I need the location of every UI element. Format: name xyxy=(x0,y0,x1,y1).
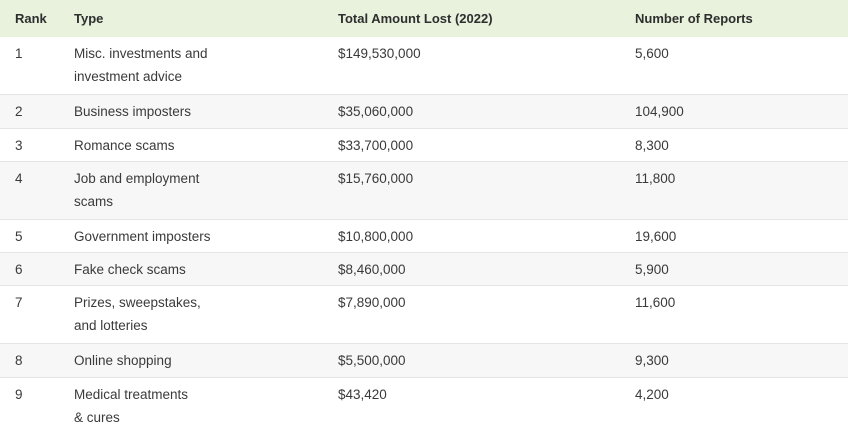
type-cell: Misc. investments and investment advice xyxy=(74,42,319,88)
scam-losses-table: Rank Type Total Amount Lost (2022) Numbe… xyxy=(0,0,848,437)
type-cell: Fake check scams xyxy=(74,258,319,281)
type-line: and lotteries xyxy=(74,318,148,333)
header-number-of-reports: Number of Reports xyxy=(635,11,753,26)
amount-cell: $7,890,000 xyxy=(338,295,406,310)
type-cell: Online shopping xyxy=(74,349,319,372)
rank-cell: 6 xyxy=(15,262,23,277)
reports-cell: 9,300 xyxy=(635,353,669,368)
amount-cell: $10,800,000 xyxy=(338,229,414,244)
rank-cell: 4 xyxy=(15,171,23,186)
amount-cell: $33,700,000 xyxy=(338,138,414,153)
type-cell: Romance scams xyxy=(74,134,319,157)
type-cell: Prizes, sweepstakes, and lotteries xyxy=(74,291,319,337)
type-cell: Government imposters xyxy=(74,225,319,248)
amount-cell: $8,460,000 xyxy=(338,262,406,277)
reports-cell: 8,300 xyxy=(635,138,669,153)
rank-cell: 7 xyxy=(15,295,23,310)
header-type: Type xyxy=(74,11,104,26)
table-row: 8 Online shopping $5,500,000 9,300 xyxy=(0,344,848,377)
table-row: 6 Fake check scams $8,460,000 5,900 xyxy=(0,253,848,285)
type-line: Medical treatments xyxy=(74,387,189,402)
type-line: Online shopping xyxy=(74,353,172,368)
table-row: 7 Prizes, sweepstakes, and lotteries $7,… xyxy=(0,286,848,343)
table-row: 4 Job and employment scams $15,760,000 1… xyxy=(0,162,848,219)
amount-cell: $149,530,000 xyxy=(338,46,421,61)
reports-cell: 104,900 xyxy=(635,104,684,119)
type-line: Fake check scams xyxy=(74,262,186,277)
rank-cell: 5 xyxy=(15,229,23,244)
rank-cell: 3 xyxy=(15,138,23,153)
reports-cell: 5,900 xyxy=(635,262,669,277)
amount-cell: $35,060,000 xyxy=(338,104,414,119)
amount-cell: $5,500,000 xyxy=(338,353,406,368)
header-rank: Rank xyxy=(15,11,47,26)
rank-cell: 2 xyxy=(15,104,23,119)
type-line: Business imposters xyxy=(74,104,192,119)
rank-cell: 1 xyxy=(15,46,23,61)
reports-cell: 11,800 xyxy=(635,171,676,186)
rank-cell: 8 xyxy=(15,353,23,368)
type-line: Prizes, sweepstakes, xyxy=(74,295,201,310)
table-row: 5 Government imposters $10,800,000 19,60… xyxy=(0,220,848,252)
table-header-row: Rank Type Total Amount Lost (2022) Numbe… xyxy=(0,0,848,37)
rank-cell: 9 xyxy=(15,387,23,402)
type-line: Job and employment xyxy=(74,171,200,186)
type-line: Misc. investments and xyxy=(74,46,208,61)
reports-cell: 11,600 xyxy=(635,295,676,310)
type-line: & cures xyxy=(74,410,120,425)
type-cell: Job and employment scams xyxy=(74,167,319,213)
type-cell: Medical treatments & cures xyxy=(74,383,319,429)
reports-cell: 19,600 xyxy=(635,229,677,244)
type-cell: Business imposters xyxy=(74,100,319,123)
type-line: Romance scams xyxy=(74,138,175,153)
type-line: scams xyxy=(74,194,114,209)
amount-cell: $43,420 xyxy=(338,387,387,402)
table-row: 2 Business imposters $35,060,000 104,900 xyxy=(0,95,848,128)
amount-cell: $15,760,000 xyxy=(338,171,414,186)
reports-cell: 4,200 xyxy=(635,387,669,402)
type-line: Government imposters xyxy=(74,229,211,244)
header-total-amount-lost: Total Amount Lost (2022) xyxy=(338,11,493,26)
type-line: investment advice xyxy=(74,69,183,84)
table-row: 1 Misc. investments and investment advic… xyxy=(0,37,848,94)
table-row: 3 Romance scams $33,700,000 8,300 xyxy=(0,129,848,161)
reports-cell: 5,600 xyxy=(635,46,669,61)
table-row: 9 Medical treatments & cures $43,420 4,2… xyxy=(0,378,848,437)
